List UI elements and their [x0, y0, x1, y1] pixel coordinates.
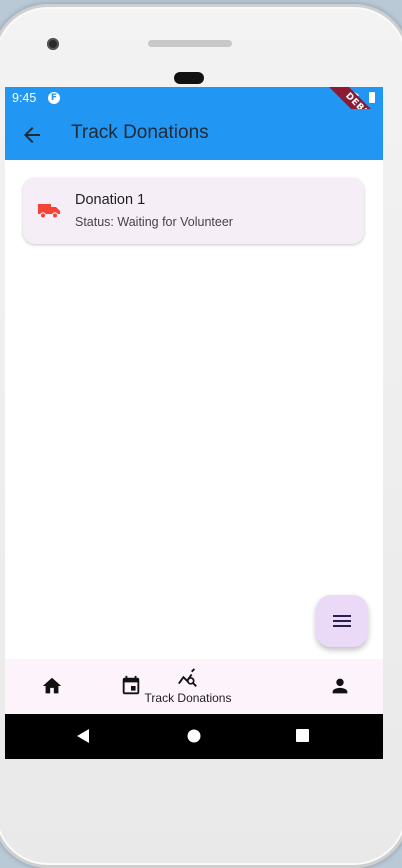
nav-label-track-donations: Track Donations	[144, 691, 232, 705]
battery-icon	[369, 92, 375, 103]
earpiece	[174, 72, 204, 84]
app-notification-icon: F	[48, 92, 60, 104]
person-icon	[332, 678, 348, 694]
donation-title: Donation 1	[75, 192, 146, 208]
camera-icon	[47, 38, 59, 50]
bottom-navigation: Track Donations	[5, 659, 383, 714]
truck-icon	[38, 204, 60, 219]
system-navigation-bar	[5, 714, 383, 759]
menu-icon	[333, 615, 351, 627]
home-icon	[42, 677, 62, 694]
speaker-grille	[148, 40, 232, 47]
status-time: 9:45	[12, 91, 37, 105]
system-home-icon[interactable]	[187, 729, 201, 743]
app-bar: Track Donations	[5, 109, 383, 160]
app-screen: 9:45 F DEBUG Track Donations Donation 1 …	[5, 87, 383, 759]
page-title: Track Donations	[71, 122, 209, 143]
calendar-icon	[122, 675, 140, 695]
system-recents-icon[interactable]	[296, 729, 309, 742]
nav-item-profile[interactable]	[293, 659, 383, 714]
arrow-back-icon[interactable]	[20, 123, 44, 147]
track-search-icon	[178, 668, 197, 687]
menu-fab-button[interactable]	[316, 595, 368, 647]
system-back-icon[interactable]	[76, 729, 90, 743]
status-bar: 9:45 F DEBUG	[5, 87, 383, 145]
nav-item-track-donations[interactable]: Track Donations	[141, 659, 235, 714]
donation-card[interactable]: Donation 1 Status: Waiting for Volunteer	[23, 178, 364, 244]
donation-status: Status: Waiting for Volunteer	[75, 215, 233, 229]
